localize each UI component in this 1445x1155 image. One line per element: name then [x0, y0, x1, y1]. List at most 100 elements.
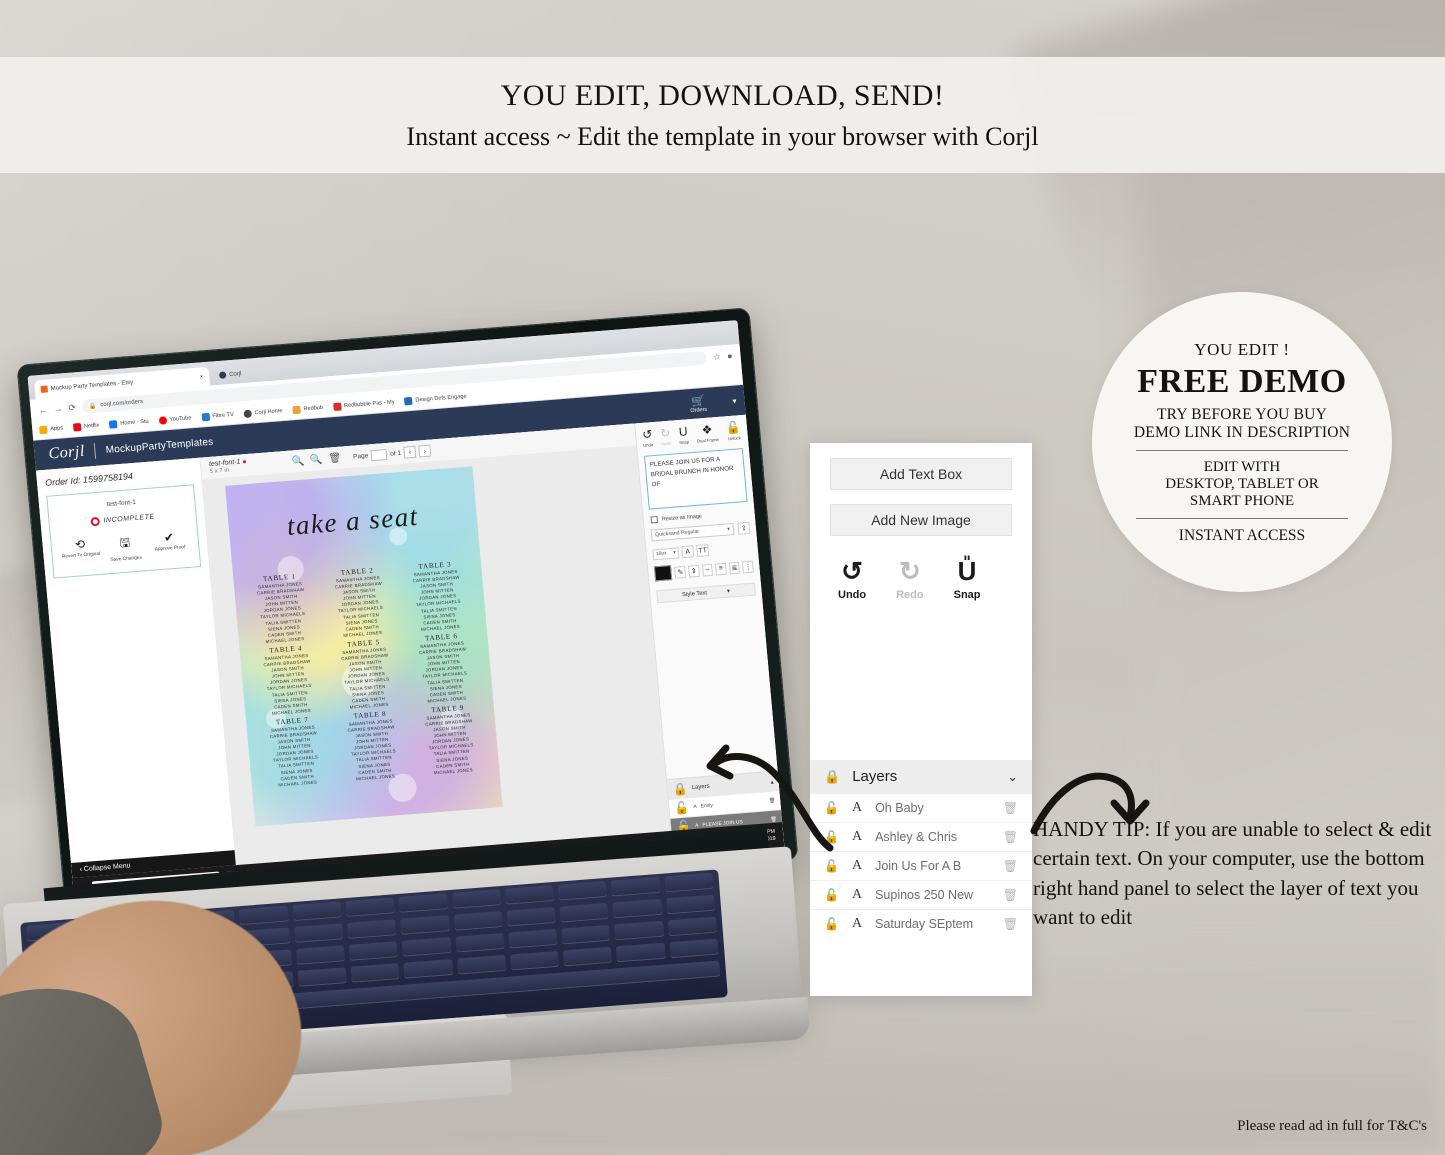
snap-button[interactable]: U̎ Snap	[954, 558, 981, 601]
bookmark-item[interactable]: Redbubble Pas - My	[332, 398, 395, 412]
key	[346, 919, 397, 939]
status-badge: INCOMPLETE	[55, 510, 189, 529]
page-navigator: Page of 1 ‹ ›	[353, 444, 432, 463]
text-layer-icon: A	[851, 887, 863, 902]
profile-icon[interactable]: ●	[727, 351, 733, 361]
unlock-icon: 🔓	[725, 420, 742, 436]
key	[345, 897, 395, 917]
key	[664, 872, 714, 893]
collapse-menu-label: Collapse Menu	[83, 862, 131, 874]
snap-button[interactable]: U Snap	[678, 424, 689, 445]
table-block: TABLE 1 SAMANTHA JONES CARRIE BRADSHAW JASO…	[241, 571, 323, 647]
layer-row[interactable]: 🔓 A Saturday SEptem 🗑	[810, 909, 1032, 938]
text-edit-field[interactable]: PLEASE JOIN US FOR A BRIDAL BRUNCH IN HO…	[644, 448, 748, 510]
next-page-icon[interactable]: ›	[418, 444, 432, 458]
chevron-down-icon[interactable]: ▾	[732, 396, 737, 405]
trash-icon[interactable]: 🗑	[328, 452, 342, 464]
bookmark-item[interactable]: Fibre TV	[201, 411, 234, 422]
forward-icon[interactable]: →	[53, 403, 63, 414]
trash-icon[interactable]: 🗑	[1003, 917, 1018, 931]
key	[561, 924, 611, 945]
layer-row[interactable]: 🔓 A Supinos 250 New 🗑	[810, 880, 1032, 909]
redo-icon: ↻	[898, 556, 921, 586]
font-upload-button[interactable]: ⇪	[737, 521, 751, 535]
seating-chart-canvas[interactable]: take a seat TABLE 1 SAMANTHA JONES CARRIE …	[225, 466, 503, 827]
line-height-icon[interactable]: ⇕	[688, 564, 700, 578]
redo-label: Redo	[896, 589, 924, 601]
decrease-size-button[interactable]: A	[681, 545, 695, 559]
chevron-down-icon[interactable]: ⌄	[1007, 769, 1018, 785]
bookmark-label: Redbub	[303, 404, 324, 413]
panel-tool-row: ↺ Undo ↻ Redo U̎ Snap	[810, 536, 1032, 601]
revert-to-original-button[interactable]: ⟲ Revert To Original	[59, 536, 101, 568]
corjl-logo[interactable]: Corjl	[48, 443, 86, 464]
add-text-box-button[interactable]: Add Text Box	[830, 458, 1012, 490]
unlock-icon[interactable]: 🔓	[824, 917, 839, 931]
redo-button[interactable]: ↻ Redo	[660, 426, 672, 447]
template-card[interactable]: test-font-1 INCOMPLETE ⟲ Revert To Origi…	[46, 484, 202, 579]
key	[292, 901, 342, 922]
table-block: TABLE 2 SAMANTHA JONES CARRIE BRADSHAW JASO…	[319, 565, 401, 641]
prev-page-icon[interactable]: ‹	[403, 445, 417, 459]
letter-spacing-icon[interactable]: ⇔	[701, 563, 714, 577]
undo-button[interactable]: ↺ Undo	[642, 427, 654, 448]
bookmark-item[interactable]: Apps	[39, 424, 63, 435]
unlock-icon[interactable]: 🔓	[824, 859, 839, 873]
bookmark-item[interactable]: Design Defs Engage	[404, 393, 467, 406]
undo-button[interactable]: ↺ Undo	[838, 558, 866, 601]
bookmark-label: Netflix	[83, 422, 100, 430]
demo-try-before: TRY BEFORE YOU BUY	[1157, 405, 1327, 423]
style-text-label: Style Text	[681, 589, 708, 598]
bookmark-item[interactable]: Netflix	[72, 421, 100, 432]
font-family-select[interactable]: Quicksand Regular ▾	[650, 523, 735, 542]
dual-frame-button[interactable]: ❖ Dual Frame	[695, 422, 719, 443]
document-name-text: test-font-1	[208, 458, 241, 468]
unlock-button[interactable]: 🔓 Unlock	[725, 420, 742, 441]
align-center-icon[interactable]: ≣	[728, 561, 741, 574]
orders-button[interactable]: 🛒 Orders	[689, 393, 707, 413]
unlock-icon[interactable]: 🔓	[674, 800, 690, 815]
save-changes-button[interactable]: 🖫 Save Changes	[104, 532, 146, 564]
address-bar-url: corjl.com/orders	[100, 399, 144, 409]
bookmark-item[interactable]: Redbub	[292, 404, 324, 415]
approve-proof-button[interactable]: ✔ Approve Proof	[149, 529, 191, 561]
trash-icon[interactable]: 🗑	[1003, 888, 1018, 902]
resize-as-image-checkbox[interactable]: Resize as Image	[650, 509, 747, 524]
checkbox-icon	[650, 515, 659, 524]
more-options-icon[interactable]: ⋮	[742, 560, 754, 573]
key	[451, 889, 501, 909]
bookmark-item[interactable]: Home - Stu	[109, 418, 149, 429]
bookmark-item[interactable]: Corjl Home	[243, 407, 283, 419]
eyedropper-icon[interactable]: ✎	[674, 565, 687, 579]
demo-edit-with: EDIT WITH	[1203, 458, 1281, 475]
trash-icon[interactable]: 🗑	[1003, 859, 1018, 873]
layer-label: Join Us For A B	[875, 859, 962, 873]
zoom-in-icon[interactable]: 🔍	[291, 455, 304, 467]
seating-chart-title: take a seat	[285, 500, 420, 542]
increase-size-button[interactable]: TT	[696, 544, 710, 557]
layer-row[interactable]: 🔓 A Join Us For A B 🗑	[810, 851, 1032, 880]
unlock-icon[interactable]: 🔓	[824, 888, 839, 902]
undo-label: Undo	[642, 442, 654, 448]
align-left-icon[interactable]: ≡	[715, 562, 727, 576]
redo-button[interactable]: ↻ Redo	[896, 558, 924, 601]
demo-you-edit: YOU EDIT !	[1194, 339, 1290, 359]
add-new-image-button[interactable]: Add New Image	[830, 504, 1012, 536]
star-icon[interactable]: ☆	[713, 351, 722, 363]
close-icon[interactable]: ×	[200, 374, 204, 380]
style-text-accordion[interactable]: Style Text ▾	[656, 582, 756, 604]
back-icon[interactable]: ←	[38, 405, 48, 416]
color-swatch[interactable]	[653, 565, 673, 582]
redbub-icon	[292, 405, 301, 415]
demo-instant-access: INSTANT ACCESS	[1178, 526, 1306, 544]
reload-icon[interactable]: ⟳	[68, 402, 77, 414]
zoom-out-icon[interactable]: 🔍	[310, 454, 323, 466]
laptop-screen: Mockup Party Templates - Etsy × Corjl ← …	[27, 320, 785, 904]
key	[665, 894, 716, 915]
home-icon	[109, 420, 118, 429]
trash-icon[interactable]: 🗑	[1003, 830, 1018, 844]
page-input[interactable]	[370, 448, 388, 461]
bookmark-item[interactable]: YouTube	[158, 414, 192, 425]
trash-icon[interactable]: 🗑	[1003, 801, 1018, 815]
font-size-select[interactable]: 16px ▾	[652, 546, 680, 560]
